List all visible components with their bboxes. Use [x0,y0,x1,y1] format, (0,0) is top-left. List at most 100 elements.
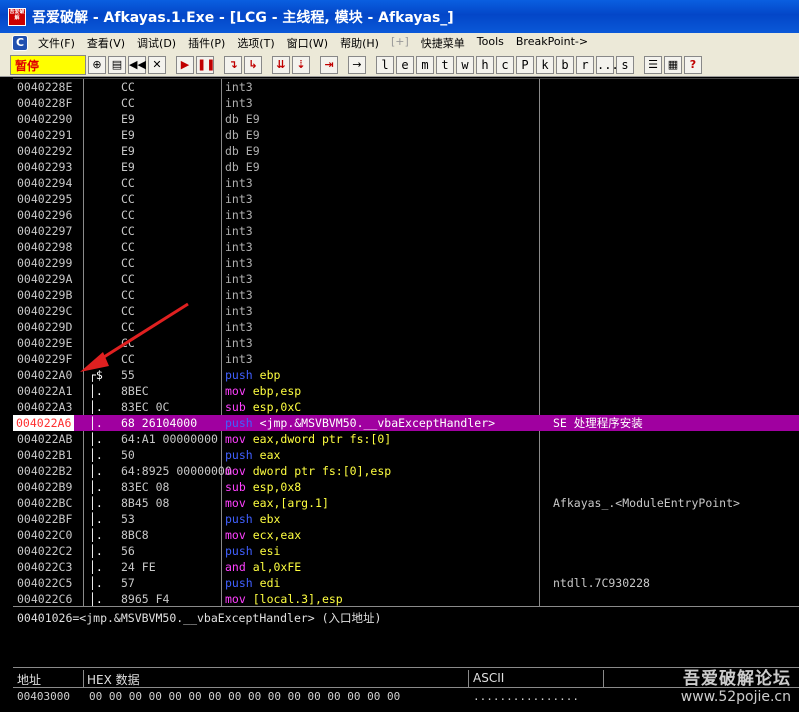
menu-item[interactable]: Tools [471,35,510,51]
row-instruction: mov eax,dword ptr fs:[0] [225,431,391,447]
window-button[interactable]: t [436,55,454,74]
disassembly-row[interactable]: 0040229F CC int3 [13,351,799,367]
window-button[interactable]: P [516,55,534,74]
window-button[interactable]: b [556,55,574,74]
dump-header-hex[interactable]: HEX 数据 [87,671,140,688]
disassembly-row[interactable]: 004022A0 ┌$ 55 push ebp [13,367,799,383]
dump-row-hex: 00 00 00 00 00 00 00 00 00 00 00 00 00 0… [89,690,401,703]
row-mnemonic: push [225,368,253,382]
row-address: 004022C3 [17,560,73,574]
menu-item[interactable]: [+] [385,35,415,51]
menu-item[interactable]: 窗口(W) [281,35,334,51]
row-address: 0040228E [17,80,73,94]
help-icon[interactable]: ? [684,55,702,74]
disassembly-row[interactable]: 004022C3 │. 24 FE and al,0xFE [13,559,799,575]
disassembly-row[interactable]: 004022A3 │. 83EC 0C sub esp,0xC [13,399,799,415]
window-button[interactable]: l [376,55,394,74]
restart-icon[interactable]: ⊕ [88,55,106,74]
window-button[interactable]: e [396,55,414,74]
window-title: 吾爱破解 - Afkayas.1.Exe - [LCG - 主线程, 模块 - … [32,9,454,26]
disassembly-row[interactable]: 0040228E CC int3 [13,79,799,95]
window-button[interactable]: r [576,55,594,74]
disassembly-row[interactable]: 004022B2 │. 64:8925 00000000 mov dword ptr … [13,463,799,479]
dump-header-ascii[interactable]: ASCII [473,671,504,685]
close-icon[interactable]: ◀◀ [128,55,146,74]
disassembly-row[interactable]: 004022C2 │. 56 push esi [13,543,799,559]
menu-item[interactable]: 选项(T) [231,35,280,51]
menu-item[interactable]: 查看(V) [81,35,131,51]
disassembly-pane[interactable]: 0040228E CC int3 0040228F CC int3 00402290 E9 db… [13,78,799,607]
disassembly-row[interactable]: 00402294 CC int3 [13,175,799,191]
disassembly-row[interactable]: 00402296 CC int3 [13,207,799,223]
disassembly-row[interactable]: 0040229A CC int3 [13,271,799,287]
row-mnemonic: db E9 [225,144,260,158]
disassembly-row[interactable]: 0040229C CC int3 [13,303,799,319]
disassembly-row[interactable]: 004022BC │. 8B45 08 mov eax,[arg.1] Afkayas_… [13,495,799,511]
disassembly-row[interactable]: 004022A1 │. 8BEC mov ebp,esp [13,383,799,399]
menu-items: 文件(F) 查看(V) 调试(D) 插件(P) 选项(T) 窗口(W) 帮助(H) [+] 快捷… [32,35,594,51]
window-button[interactable]: w [456,55,474,74]
row-address: 004022C0 [17,528,73,542]
row-marker: │. [89,464,103,478]
row-marker: │. [89,416,103,430]
execute-till-return-icon[interactable]: ⇥ [320,55,338,74]
disassembly-row[interactable]: 00402290 E9 db E9 [13,111,799,127]
disassembly-row[interactable]: 00402292 E9 db E9 [13,143,799,159]
window-button[interactable]: h [476,55,494,74]
disassembly-row[interactable]: 0040229E CC int3 [13,335,799,351]
pause-icon[interactable]: ❚❚ [196,55,215,74]
row-address: 004022AB [17,432,73,446]
rewind-icon[interactable]: ✕ [148,55,166,74]
mdi-child-icon[interactable]: C [12,35,28,51]
row-hex-bytes: CC [121,176,135,190]
window-button[interactable]: m [416,55,434,74]
run-icon[interactable]: ▶ [176,55,194,74]
disassembly-row[interactable]: 004022C5 │. 57 push edi ntdll.7C930228 [13,575,799,591]
step-over-icon[interactable]: ↳ [244,55,262,74]
disassembly-row[interactable]: 0040229D CC int3 [13,319,799,335]
row-hex-bytes: E9 [121,144,135,158]
disassembly-row[interactable]: 00402297 CC int3 [13,223,799,239]
menu-item[interactable]: 调试(D) [131,35,182,51]
open-file-icon[interactable]: ▤ [108,55,126,74]
disassembly-row[interactable]: 0040229B CC int3 [13,287,799,303]
disassembly-row[interactable]: 00402298 CC int3 [13,239,799,255]
list-icon[interactable]: ☰ [644,55,662,74]
disassembly-row[interactable]: 00402299 CC int3 [13,255,799,271]
row-address: 004022A0 [17,368,73,382]
row-instruction: push ebp [225,367,280,383]
grid-icon[interactable]: ▦ [664,55,682,74]
window-button[interactable]: k [536,55,554,74]
window-button[interactable]: ... [596,55,619,74]
disassembly-row[interactable]: 0040228F CC int3 [13,95,799,111]
disassembly-row[interactable]: 004022C0 │. 8BC8 mov ecx,eax [13,527,799,543]
menu-item[interactable]: 帮助(H) [334,35,385,51]
menu-item[interactable]: 插件(P) [182,35,231,51]
disassembly-row[interactable]: 004022A6 │. 68 26104000 push <jmp.&MSVBVM50… [13,415,799,431]
disassembly-row[interactable]: 004022B9 │. 83EC 08 sub esp,0x8 [13,479,799,495]
step-into-icon[interactable]: ↴ [224,55,242,74]
window-button[interactable]: c [496,55,514,74]
disassembly-row[interactable]: 004022AB │. 64:A1 00000000 mov eax,dword pt… [13,431,799,447]
disassembly-row[interactable]: 00402293 E9 db E9 [13,159,799,175]
trace-over-icon[interactable]: ⇣ [292,55,310,74]
disassembly-row[interactable]: 00402291 E9 db E9 [13,127,799,143]
menu-item[interactable]: 文件(F) [32,35,81,51]
row-address: 004022B9 [17,480,73,494]
disassembly-row[interactable]: 004022C6 │. 8965 F4 mov [local.3],esp [13,591,799,607]
disassembly-row[interactable]: 004022BF │. 53 push ebx [13,511,799,527]
disassembly-row[interactable]: 004022B1 │. 50 push eax [13,447,799,463]
menu-item[interactable]: 快捷菜单 [415,35,471,51]
trace-into-icon[interactable]: ⇊ [272,55,290,74]
row-instruction: int3 [225,287,253,303]
goto-icon[interactable]: → [348,55,366,74]
row-marker: │. [89,496,103,510]
row-address: 00402295 [17,192,73,206]
row-instruction: int3 [225,239,253,255]
menu-item[interactable]: BreakPoint-> [510,35,594,51]
row-operands: eax [259,448,281,462]
dump-header-address[interactable]: 地址 [17,671,41,688]
row-instruction: mov [local.3],esp [225,591,343,607]
window-button[interactable]: s [616,55,634,74]
disassembly-row[interactable]: 00402295 CC int3 [13,191,799,207]
